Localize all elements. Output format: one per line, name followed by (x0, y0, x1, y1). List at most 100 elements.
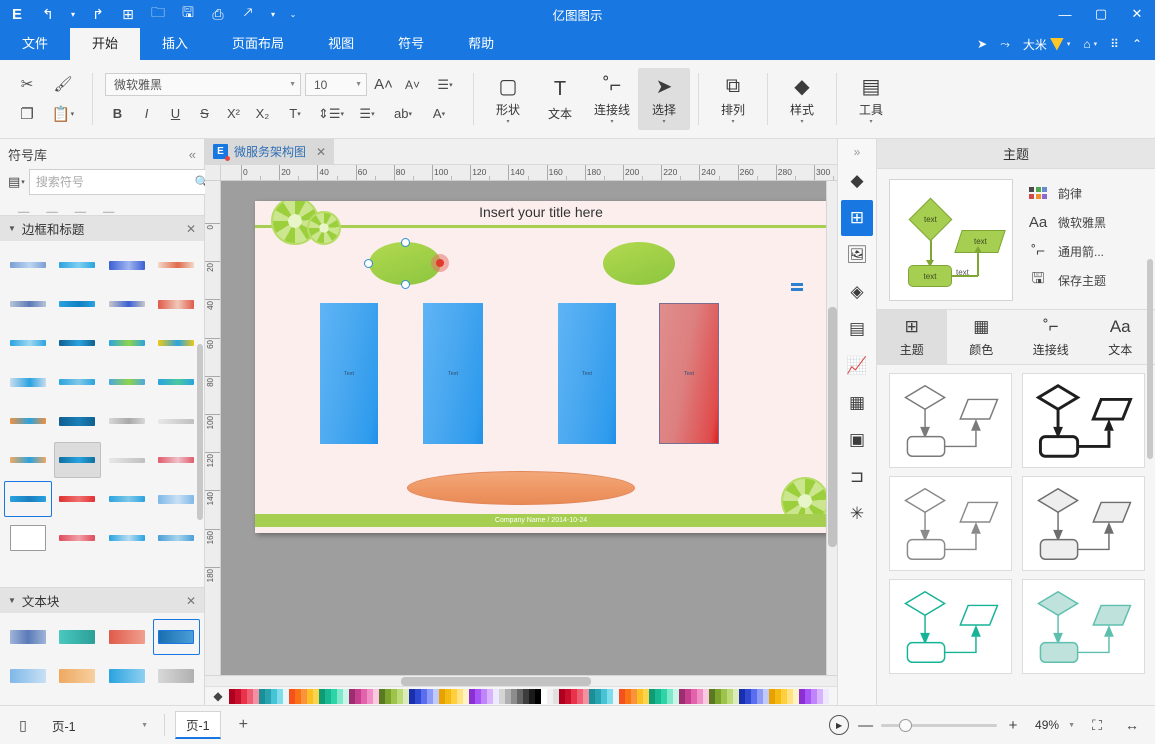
share-icon[interactable]: ⤳ (995, 34, 1015, 55)
selection-handle-top[interactable] (401, 238, 410, 247)
theme-thumb-3[interactable] (889, 476, 1012, 571)
theme-panel-scrollbar[interactable] (1147, 259, 1153, 459)
symbol-item[interactable] (4, 481, 52, 517)
canvas-horizontal-scroll-thumb[interactable] (401, 677, 591, 686)
symbol-item[interactable] (153, 403, 201, 439)
minimize-button[interactable]: — (1047, 0, 1083, 28)
font-family-select[interactable]: 微软雅黑 ▼ (105, 73, 301, 96)
select-tool[interactable]: ➤ 选择 ▾ (638, 68, 690, 130)
theme-thumb-4[interactable] (1022, 476, 1145, 571)
paste-button[interactable]: 📋 ▾ (48, 101, 78, 127)
zoom-out-button[interactable]: — (858, 717, 873, 734)
search-input[interactable] (35, 175, 191, 189)
symbol-item[interactable] (54, 481, 102, 517)
symbol-item[interactable] (103, 442, 151, 478)
document-tab[interactable]: E 微服务架构图 ✕ (205, 139, 335, 164)
view-mode-icon[interactable]: ▯ (10, 713, 36, 737)
text-tool[interactable]: T 文本 (534, 68, 586, 130)
theme-thumb-1[interactable] (889, 373, 1012, 468)
layers-icon[interactable]: ◈ (841, 274, 873, 310)
menu-tab-page-layout[interactable]: 页面布局 (210, 28, 306, 60)
text-case-button[interactable]: ab ▾ (387, 102, 419, 125)
table-icon[interactable]: ▦ (841, 385, 873, 421)
canvas-vertical-scroll-thumb[interactable] (828, 307, 837, 547)
page-control-marker[interactable] (791, 283, 803, 293)
apps-grid-icon[interactable]: ⠿ (1105, 34, 1124, 54)
symbol-item[interactable] (153, 442, 201, 478)
canvas-viewport[interactable]: Insert your title here Text Text Text Te… (221, 181, 837, 675)
fit-width-icon[interactable]: ↔ (1119, 713, 1145, 737)
symbol-item[interactable] (54, 286, 102, 322)
menu-tab-insert[interactable]: 插入 (140, 28, 210, 60)
export-button[interactable]: 🡕 (234, 2, 262, 26)
image-icon[interactable]: 🖼 (841, 237, 873, 273)
strikethrough-button[interactable]: S (192, 102, 217, 125)
theme-connector-option[interactable]: ˚⌐ 通用箭... (1027, 241, 1106, 261)
symbol-item[interactable] (54, 520, 102, 556)
shape-data-icon[interactable]: ▣ (841, 422, 873, 458)
copy-button[interactable]: ❐ (12, 101, 42, 127)
utility-tool[interactable]: ▤ 工具 ▾ (845, 68, 897, 130)
line-spacing-button[interactable]: ⇕☰ ▾ (315, 102, 347, 125)
symbol-item[interactable] (54, 325, 102, 361)
symbol-item[interactable] (103, 520, 151, 556)
document-icon[interactable]: ▤ (841, 311, 873, 347)
text-block-item[interactable] (103, 619, 151, 655)
text-block-item[interactable] (103, 658, 151, 694)
redo-button[interactable]: ↱ (84, 2, 112, 26)
rect-shape-2[interactable]: Text (423, 303, 483, 444)
section-borders-titles[interactable]: ▼ 边框和标题 ✕ (0, 215, 204, 241)
subscript-button[interactable]: X₂ (250, 102, 275, 125)
text-block-item[interactable] (153, 658, 201, 694)
arrange-tool[interactable]: ⧉ 排列 ▾ (707, 68, 759, 130)
save-button[interactable]: 🖫 (174, 2, 202, 26)
symbol-item[interactable] (103, 286, 151, 322)
fit-page-icon[interactable]: ⛶ (1084, 713, 1110, 737)
color-swatch[interactable] (823, 688, 829, 704)
symbol-item[interactable] (54, 364, 102, 400)
text-block-item[interactable] (4, 658, 52, 694)
zoom-slider[interactable] (881, 718, 998, 732)
close-icon[interactable]: ✕ (316, 145, 326, 159)
theme-preview[interactable]: text text text text (889, 179, 1013, 301)
connector-tool[interactable]: ˚⌐ 连接线 ▾ (586, 68, 638, 130)
menu-tab-home[interactable]: 开始 (70, 28, 141, 60)
menu-tab-help[interactable]: 帮助 (446, 28, 516, 60)
page-selector[interactable]: 页-1 ▼ (46, 714, 154, 737)
bold-button[interactable]: B (105, 102, 130, 125)
expand-panel-icon[interactable]: » (837, 141, 877, 163)
export-dropdown-icon[interactable]: ▾ (264, 2, 282, 26)
theme-color-option[interactable]: 韵律 (1027, 183, 1106, 203)
horizontal-ruler[interactable]: 0 20 40 60 80 100 120 140 160 180 200 220 240 260 280 3… (221, 165, 837, 181)
customize-qat-icon[interactable]: ⌄ (284, 2, 302, 26)
symbol-item[interactable] (4, 286, 52, 322)
library-dropdown-icon[interactable]: ▤ ▾ (8, 174, 25, 190)
container-icon[interactable]: ⊐ (841, 459, 873, 495)
style-tool[interactable]: ◆ 样式 ▾ (776, 68, 828, 130)
cylinder-shape[interactable] (407, 471, 635, 505)
collapse-panel-icon[interactable]: « (189, 147, 196, 162)
tab-theme[interactable]: ⊞ 主题 (877, 310, 947, 364)
skin-icon[interactable]: ⌂ ▾ (1078, 34, 1102, 54)
symbol-item[interactable] (53, 442, 101, 478)
menu-tab-file[interactable]: 文件 (0, 28, 70, 60)
send-icon[interactable]: ➤ (972, 34, 992, 54)
theme-font-option[interactable]: Aa 微软雅黑 (1027, 212, 1106, 232)
increase-font-size-button[interactable]: A˄ (371, 73, 396, 96)
section-text-blocks[interactable]: ▼ 文本块 ✕ (0, 587, 204, 613)
text-block-item[interactable] (54, 619, 102, 655)
symbol-item[interactable] (153, 247, 201, 283)
format-painter-button[interactable]: 🖌 (48, 71, 78, 97)
symbol-item[interactable] (4, 364, 52, 400)
close-icon[interactable]: ✕ (186, 222, 196, 236)
text-block-item[interactable] (4, 619, 52, 655)
bullet-list-button[interactable]: ☰ ▾ (351, 102, 383, 125)
rect-shape-1[interactable]: Text (320, 303, 378, 444)
page-tab[interactable]: 页-1 (175, 711, 221, 739)
symbol-item[interactable] (153, 286, 201, 322)
open-button[interactable]: 🗀 (144, 2, 172, 26)
cut-button[interactable]: ✂ (12, 71, 42, 97)
save-theme-option[interactable]: 🖫 保存主题 (1027, 270, 1106, 290)
page-title[interactable]: Insert your title here (255, 204, 827, 220)
underline-button[interactable]: U (163, 102, 188, 125)
